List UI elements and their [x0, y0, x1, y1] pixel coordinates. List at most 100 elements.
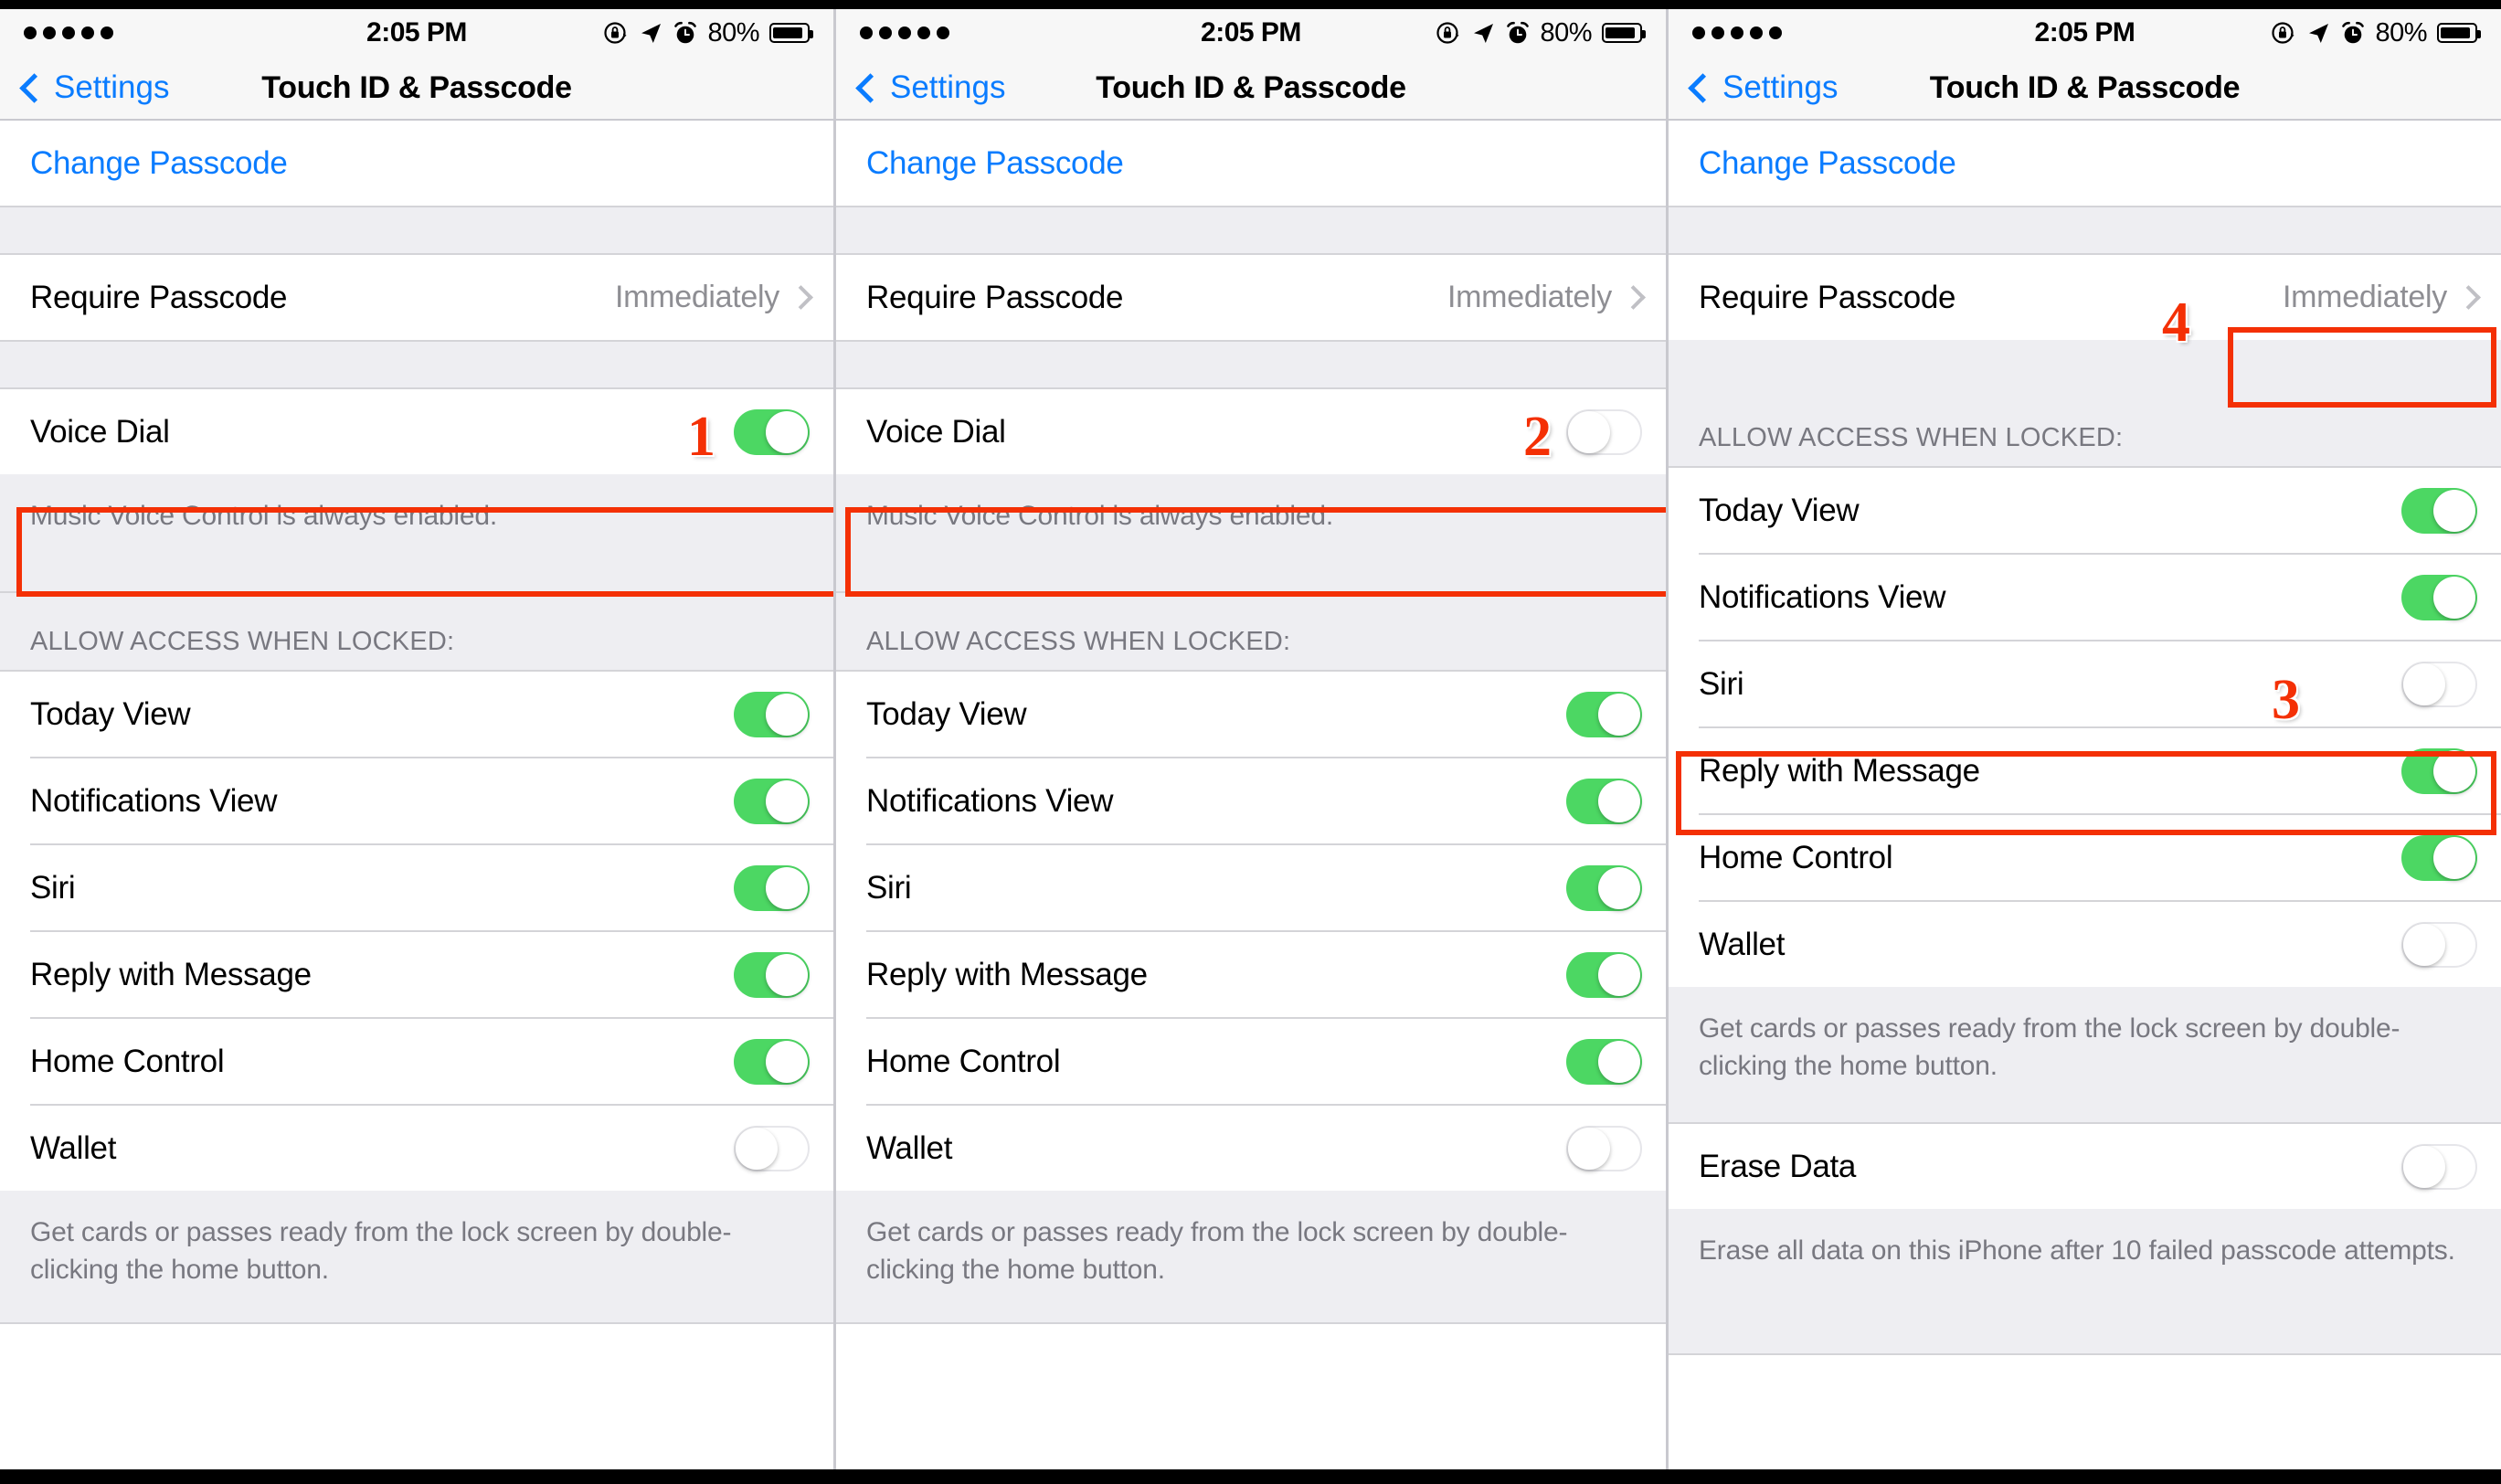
row-home-control[interactable]: Home Control: [0, 1019, 833, 1104]
wallet-toggle[interactable]: [1566, 1125, 1642, 1171]
reply-with-message-toggle[interactable]: [734, 951, 810, 998]
rotation-lock-icon: [1436, 22, 1460, 44]
change-passcode-label: Change Passcode: [30, 144, 288, 181]
notifications-view-toggle[interactable]: [1566, 778, 1642, 824]
location-arrow-icon: [1474, 23, 1494, 43]
battery-percentage: 80%: [2375, 17, 2427, 48]
siri-toggle[interactable]: [1566, 864, 1642, 911]
row-home-control[interactable]: Home Control: [1669, 815, 2501, 900]
today-view-toggle[interactable]: [1566, 691, 1642, 737]
chevron-left-icon: [1688, 72, 1718, 103]
row-siri[interactable]: Siri: [0, 845, 833, 930]
row-change-passcode[interactable]: Change Passcode: [836, 121, 1666, 206]
row-notifications-view[interactable]: Notifications View: [1669, 555, 2501, 640]
row-change-passcode[interactable]: Change Passcode: [0, 121, 833, 206]
wallet-label: Wallet: [30, 1129, 117, 1166]
row-today-view[interactable]: Today View: [1669, 468, 2501, 553]
row-change-passcode[interactable]: Change Passcode: [1669, 121, 2501, 206]
voice-dial-label: Voice Dial: [866, 413, 1006, 450]
require-passcode-value: Immediately: [1447, 280, 1612, 314]
back-button-label: Settings: [890, 69, 1006, 105]
settings-list: Change Passcode Require Passcode Immedia…: [836, 121, 1666, 1324]
reply-with-message-label: Reply with Message: [866, 956, 1148, 992]
rotation-lock-icon: [604, 22, 628, 44]
row-siri[interactable]: Siri: [836, 845, 1666, 930]
change-passcode-label: Change Passcode: [1699, 144, 1956, 181]
location-arrow-icon: [2309, 23, 2329, 43]
require-passcode-label: Require Passcode: [30, 279, 288, 315]
today-view-toggle[interactable]: [2401, 487, 2477, 534]
row-voice-dial[interactable]: Voice Dial: [836, 389, 1666, 474]
status-bar: 2:05 PM 80%: [1669, 9, 2501, 57]
erase-data-toggle[interactable]: [2401, 1143, 2477, 1190]
notifications-view-toggle[interactable]: [734, 778, 810, 824]
reply-with-message-label: Reply with Message: [1699, 752, 1980, 789]
back-button-label: Settings: [54, 69, 170, 105]
home-control-label: Home Control: [866, 1043, 1061, 1079]
voice-dial-toggle[interactable]: [1566, 408, 1642, 455]
battery-icon: [769, 23, 813, 43]
siri-label: Siri: [866, 869, 912, 906]
reply-with-message-toggle[interactable]: [1566, 951, 1642, 998]
battery-percentage: 80%: [1540, 17, 1592, 48]
row-reply-with-message[interactable]: Reply with Message: [836, 932, 1666, 1017]
row-require-passcode[interactable]: Require Passcode Immediately: [836, 255, 1666, 340]
home-control-label: Home Control: [1699, 839, 1893, 875]
notifications-view-label: Notifications View: [30, 782, 278, 819]
row-notifications-view[interactable]: Notifications View: [836, 758, 1666, 843]
chevron-right-icon: [1621, 285, 1646, 310]
today-view-toggle[interactable]: [734, 691, 810, 737]
siri-toggle[interactable]: [2401, 661, 2477, 707]
today-view-label: Today View: [866, 695, 1027, 732]
row-require-passcode[interactable]: Require Passcode Immediately: [0, 255, 833, 340]
back-button-label: Settings: [1722, 69, 1839, 105]
row-home-control[interactable]: Home Control: [836, 1019, 1666, 1104]
back-button-settings[interactable]: Settings: [19, 69, 170, 106]
siri-label: Siri: [30, 869, 76, 906]
status-bar: 2:05 PM 80%: [836, 9, 1666, 57]
navigation-bar: Settings Touch ID & Passcode: [1669, 57, 2501, 121]
panel-group: 2:05 PM 80% Settings Touch ID & Passcode…: [0, 9, 2501, 1469]
home-control-toggle[interactable]: [1566, 1038, 1642, 1085]
erase-data-label: Erase Data: [1699, 1148, 1857, 1184]
voice-dial-toggle[interactable]: [734, 408, 810, 455]
battery-icon: [1602, 23, 1646, 43]
wallet-toggle[interactable]: [734, 1125, 810, 1171]
row-erase-data[interactable]: Erase Data: [1669, 1124, 2501, 1209]
wallet-toggle[interactable]: [2401, 921, 2477, 968]
row-reply-with-message[interactable]: Reply with Message: [1669, 728, 2501, 813]
require-passcode-value: Immediately: [615, 280, 779, 314]
row-wallet[interactable]: Wallet: [0, 1106, 833, 1191]
navigation-bar: Settings Touch ID & Passcode: [836, 57, 1666, 121]
row-today-view[interactable]: Today View: [836, 672, 1666, 757]
allow-access-section-header: ALLOW ACCESS WHEN LOCKED:: [1669, 340, 2501, 468]
wallet-label: Wallet: [1699, 926, 1786, 962]
home-control-toggle[interactable]: [734, 1038, 810, 1085]
iphone-screenshot-panel-2: 2:05 PM 80% Settings Touch ID & Passcode…: [836, 9, 1669, 1469]
reply-with-message-toggle[interactable]: [2401, 747, 2477, 794]
row-wallet[interactable]: Wallet: [836, 1106, 1666, 1191]
row-require-passcode[interactable]: Require Passcode Immediately: [1669, 255, 2501, 340]
alarm-clock-icon: [674, 21, 697, 43]
home-control-toggle[interactable]: [2401, 834, 2477, 881]
battery-percentage: 80%: [707, 17, 759, 48]
status-bar-right-group: 80%: [1436, 17, 1646, 48]
row-today-view[interactable]: Today View: [0, 672, 833, 757]
voice-dial-label: Voice Dial: [30, 413, 170, 450]
back-button-settings[interactable]: Settings: [855, 69, 1006, 106]
row-notifications-view[interactable]: Notifications View: [0, 758, 833, 843]
notifications-view-toggle[interactable]: [2401, 574, 2477, 620]
back-button-settings[interactable]: Settings: [1688, 69, 1839, 106]
alarm-clock-icon: [1507, 21, 1530, 43]
row-voice-dial[interactable]: Voice Dial: [0, 389, 833, 474]
settings-list: Change Passcode Require Passcode Immedia…: [0, 121, 833, 1324]
siri-toggle[interactable]: [734, 864, 810, 911]
settings-list: Change Passcode Require Passcode Immedia…: [1669, 121, 2501, 1355]
chevron-left-icon: [855, 72, 885, 103]
row-reply-with-message[interactable]: Reply with Message: [0, 932, 833, 1017]
today-view-label: Today View: [30, 695, 191, 732]
row-siri[interactable]: Siri: [1669, 641, 2501, 726]
row-wallet[interactable]: Wallet: [1669, 902, 2501, 987]
chevron-right-icon: [789, 285, 813, 310]
change-passcode-label: Change Passcode: [866, 144, 1124, 181]
